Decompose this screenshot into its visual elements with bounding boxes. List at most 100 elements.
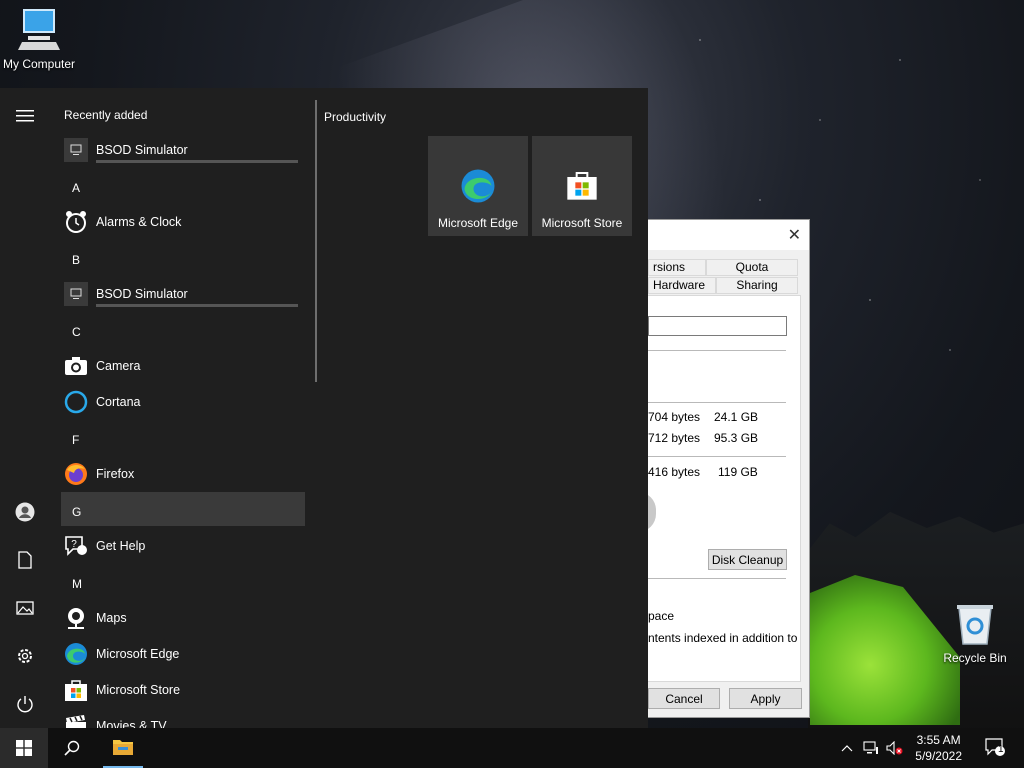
tab-row-top: rsions Quota (648, 259, 798, 276)
letter-header-f[interactable]: F (72, 433, 79, 447)
hamburger-menu-icon[interactable] (13, 104, 37, 128)
app-name: Camera (96, 359, 141, 373)
divider (648, 578, 786, 579)
drive-label-input[interactable] (648, 316, 787, 336)
compress-drive-label[interactable]: pace (648, 609, 674, 623)
action-center-button[interactable]: 1 (978, 728, 1014, 768)
tab-sharing[interactable]: Sharing (716, 277, 798, 294)
app-name: Alarms & Clock (96, 215, 182, 229)
network-icon[interactable] (860, 728, 882, 768)
app-item-microsoft-edge[interactable]: Microsoft Edge (62, 638, 306, 670)
tile-label: Microsoft Store (541, 216, 623, 230)
app-item-firefox[interactable]: Firefox (62, 458, 306, 490)
windows-logo-icon (16, 740, 32, 756)
tab-row-bottom: Hardware Sharing (648, 277, 798, 294)
selected-highlight (61, 492, 305, 526)
index-contents-label[interactable]: ntents indexed in addition to (648, 631, 797, 645)
app-name: Microsoft Edge (96, 647, 180, 661)
app-item-alarms-clock[interactable]: Alarms & Clock (62, 206, 306, 238)
system-clock[interactable]: 3:55 AM 5/9/2022 (915, 732, 962, 764)
divider (648, 350, 786, 351)
app-item-cortana[interactable]: Cortana (62, 386, 306, 418)
computer-icon (18, 9, 60, 50)
app-name: Cortana (96, 395, 141, 409)
app-item-maps[interactable]: Maps (62, 602, 306, 634)
tab-quota[interactable]: Quota (706, 259, 798, 276)
letter-header-b[interactable]: B (72, 253, 80, 267)
capacity-bytes: 416 bytes (648, 465, 701, 479)
volume-muted-icon[interactable] (884, 728, 906, 768)
documents-icon[interactable] (13, 548, 37, 572)
monitor-icon (64, 138, 88, 162)
tile-microsoft-store[interactable]: Microsoft Store (532, 136, 632, 236)
user-account-icon[interactable] (13, 500, 37, 524)
general-tab-pane: 704 bytes 24.1 GB 712 bytes 95.3 GB 416 … (638, 295, 801, 682)
app-name: Get Help (96, 539, 146, 553)
clock-date: 5/9/2022 (915, 749, 962, 763)
scrollbar[interactable] (315, 100, 317, 382)
app-name: Microsoft Store (96, 683, 181, 697)
start-button[interactable] (0, 728, 48, 768)
letter-header-c[interactable]: C (72, 325, 81, 339)
help-icon: ? (64, 534, 88, 558)
cortana-icon (64, 390, 88, 414)
desktop-icon-label: My Computer (2, 57, 76, 71)
app-item-camera[interactable]: Camera (62, 350, 306, 382)
window-titlebar (648, 220, 809, 250)
tab-previous-versions[interactable]: rsions (648, 259, 706, 276)
cancel-button[interactable]: Cancel (648, 688, 720, 709)
monitor-icon (64, 282, 88, 306)
divider (648, 456, 786, 457)
properties-window: ✕ rsions Quota Hardware Sharing 704 byte… (638, 219, 810, 718)
desktop-icon-label: Recycle Bin (943, 651, 1007, 665)
free-space-bytes: 712 bytes (648, 431, 701, 445)
search-icon (64, 740, 80, 756)
firefox-icon (64, 462, 88, 486)
movies-icon (64, 714, 88, 728)
settings-gear-icon[interactable] (13, 644, 37, 668)
used-space-bytes: 704 bytes (648, 410, 701, 424)
tile-microsoft-edge[interactable]: Microsoft Edge (428, 136, 528, 236)
close-icon[interactable]: ✕ (788, 225, 801, 245)
letter-header-g[interactable]: G (72, 505, 81, 519)
desktop-icon-recycle-bin[interactable]: Recycle Bin (942, 602, 1008, 665)
tab-hardware[interactable]: Hardware (648, 277, 716, 294)
start-left-rail (0, 88, 50, 728)
used-space-gb: 24.1 GB (714, 410, 759, 424)
recently-added-header: Recently added (64, 108, 148, 122)
alarm-clock-icon (64, 210, 88, 234)
store-icon (64, 678, 88, 702)
store-icon (567, 172, 597, 200)
maps-icon (64, 606, 88, 630)
letter-header-a[interactable]: A (72, 181, 80, 195)
letter-header-m[interactable]: M (72, 577, 82, 591)
start-menu: Recently added BSOD Simulator A Alarms &… (0, 88, 648, 728)
app-item-get-help[interactable]: ? Get Help (62, 530, 306, 562)
camera-icon (64, 354, 88, 378)
taskbar: 3:55 AM 5/9/2022 1 (0, 728, 1024, 768)
desktop-icon-my-computer[interactable]: My Computer (0, 8, 78, 71)
app-item-microsoft-store[interactable]: Microsoft Store (62, 674, 306, 706)
productivity-group-title[interactable]: Productivity (324, 110, 386, 124)
app-name: BSOD Simulator (96, 143, 188, 157)
clock-time: 3:55 AM (916, 733, 961, 747)
file-explorer-button[interactable] (103, 728, 143, 768)
pictures-icon[interactable] (13, 596, 37, 620)
free-space-gb: 95.3 GB (714, 431, 759, 445)
show-hidden-icons-chevron-icon[interactable] (838, 728, 856, 768)
recycle-bin-icon (957, 605, 993, 645)
apply-button[interactable]: Apply (729, 688, 802, 709)
power-icon[interactable] (13, 692, 37, 716)
app-list: Recently added BSOD Simulator A Alarms &… (52, 88, 312, 728)
app-name: BSOD Simulator (96, 287, 188, 301)
app-name: Movies & TV (96, 719, 167, 728)
folder-icon (113, 740, 133, 755)
svg-text:?: ? (71, 539, 77, 550)
edge-icon (64, 642, 88, 666)
notification-count-badge: 1 (998, 744, 1004, 755)
search-button[interactable] (48, 728, 96, 768)
disk-cleanup-button[interactable]: Disk Cleanup (708, 549, 787, 570)
app-item-movies-tv[interactable]: Movies & TV (62, 710, 306, 728)
divider (648, 402, 786, 403)
tile-label: Microsoft Edge (437, 216, 519, 230)
